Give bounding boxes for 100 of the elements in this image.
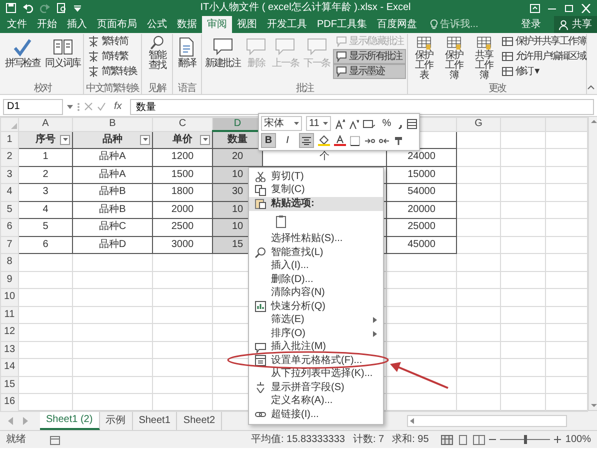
filter-dropdown-button[interactable] [140,134,150,144]
share-button[interactable]: 共享 [554,16,597,33]
down-arrow-icon[interactable] [589,402,597,410]
zoom-out-icon[interactable] [489,436,496,443]
horizontal-scrollbar[interactable] [407,414,567,426]
ribbon-button[interactable]: 繁转简 [85,34,140,49]
menu-item[interactable]: 显示拼音字段(S) [249,381,383,394]
insert-function-button[interactable]: fx [110,100,126,112]
format-table-icon[interactable] [407,118,417,128]
dropdown-caret-icon[interactable] [67,104,73,108]
row-number[interactable]: 5 [0,201,18,218]
ribbon-button[interactable]: 同义词库 [43,34,82,71]
name-box[interactable]: D1 [3,98,63,114]
font-size-dropdown[interactable]: 11 [306,116,332,131]
ribbon-tab[interactable]: 页面布局 [92,16,142,33]
sign-in-button[interactable]: 登录 [516,16,546,33]
ribbon-button[interactable]: 显示墨迹 [333,64,406,79]
tell-me-field[interactable]: 告诉我... [438,18,500,30]
column-header[interactable]: C [152,118,212,131]
menu-item[interactable]: 筛选(E) [249,314,383,327]
undo-icon[interactable] [23,3,33,13]
row-number[interactable]: 9 [0,271,18,288]
filter-dropdown-button[interactable] [60,134,70,144]
ribbon-button[interactable]: 简转繁 [85,49,140,64]
ribbon-display-icon[interactable] [530,4,540,12]
ribbon-tab[interactable]: 视图 [232,16,262,33]
up-arrow-icon[interactable] [589,117,597,125]
page-break-icon[interactable] [473,434,486,444]
row-number[interactable]: 2 [0,148,18,166]
ribbon-button[interactable]: 新建批注 [203,34,242,71]
ribbon-button[interactable]: 翻译 [174,34,200,71]
ribbon-tab[interactable]: 百度网盘 [372,16,422,33]
menu-item[interactable]: 定义名称(A)... [249,394,383,408]
menu-item[interactable]: 插入批注(M) [249,340,383,354]
ribbon-tab[interactable]: 开始 [32,16,62,33]
zoom-slider-thumb[interactable] [524,435,527,444]
ribbon-tab[interactable]: 数据 [172,16,202,33]
menu-item[interactable]: 从下拉列表中选择(K)... [249,368,383,381]
ribbon-tab[interactable]: 公式 [142,16,172,33]
ribbon-button[interactable]: 修订 ▾ [499,64,589,79]
align-center-button[interactable] [299,133,314,148]
percent-button[interactable]: % [379,116,394,131]
font-name-dropdown[interactable]: 宋体 [261,116,302,131]
bold-button[interactable]: B [261,133,276,148]
sheet-tab[interactable]: Sheet1 (2) [40,412,100,430]
maximize-icon[interactable] [564,4,574,12]
row-number[interactable]: 4 [0,184,18,201]
font-color-icon[interactable] [334,135,346,146]
close-icon[interactable] [581,4,591,12]
increase-font-icon[interactable] [335,118,346,128]
menu-item[interactable]: 插入(I)... [249,260,383,273]
row-number[interactable]: 11 [0,306,18,324]
column-header[interactable]: A [18,118,72,131]
ribbon-tab[interactable]: PDF工具集 [312,16,372,33]
left-arrow-icon[interactable] [408,416,416,424]
ribbon-button[interactable]: 保护并共享工作簿 [499,34,589,49]
column-header[interactable]: G [456,118,500,131]
menu-item[interactable]: 清除内容(N) [249,286,383,300]
increase-decimal-icon[interactable] [364,136,375,146]
ribbon-tab[interactable]: 审阅 [202,16,232,33]
row-number[interactable]: 10 [0,288,18,306]
row-number[interactable]: 16 [0,394,18,411]
menu-item[interactable]: 设置单元格格式(F)... [249,354,383,368]
column-header[interactable]: B [72,118,152,131]
row-number[interactable]: 7 [0,236,18,254]
ribbon-tab[interactable]: 文件 [2,16,32,33]
ribbon-button[interactable]: 智能查找 [142,34,172,74]
page-layout-icon[interactable] [457,434,470,444]
ribbon-button[interactable]: 显示所有批注 [333,49,406,64]
customize-caret-icon[interactable] [74,3,81,13]
macro-recording-icon[interactable] [50,434,60,444]
zoom-in-icon[interactable] [554,436,562,443]
collapse-ribbon-icon[interactable] [587,84,595,90]
menu-item[interactable]: 删除(D)... [249,273,383,286]
row-number[interactable]: 12 [0,324,18,341]
italic-button[interactable]: I [280,133,295,148]
row-number[interactable]: 1 [0,131,18,148]
ribbon-button[interactable]: 允许用户编辑区域 [499,49,589,64]
ribbon-button[interactable]: 保护工作表 [409,34,438,84]
print-preview-icon[interactable] [57,3,67,13]
decrease-decimal-icon[interactable] [379,136,390,146]
format-painter-icon[interactable] [394,136,404,146]
formula-field[interactable]: 数量 [130,98,594,114]
number-format-icon[interactable] [363,118,376,128]
row-number[interactable]: 15 [0,376,18,394]
row-number[interactable]: 8 [0,254,18,271]
decrease-font-icon[interactable] [349,118,360,128]
filter-dropdown-button[interactable] [200,134,210,144]
ribbon-tab[interactable]: 开发工具 [262,16,312,33]
ribbon-button[interactable]: 共享工作簿 [469,34,498,84]
save-icon[interactable] [6,3,16,13]
ribbon-button[interactable]: 简繁转换 [85,64,140,79]
row-number[interactable]: 3 [0,166,18,184]
row-number[interactable]: 13 [0,341,18,358]
menu-item[interactable]: 快速分析(Q) [249,300,383,314]
menu-item[interactable]: 粘贴选项: [249,197,383,210]
borders-icon[interactable] [350,136,360,146]
fill-color-icon[interactable] [318,135,330,146]
normal-view-icon[interactable] [441,434,454,444]
menu-item[interactable]: 排序(O) [249,327,383,340]
